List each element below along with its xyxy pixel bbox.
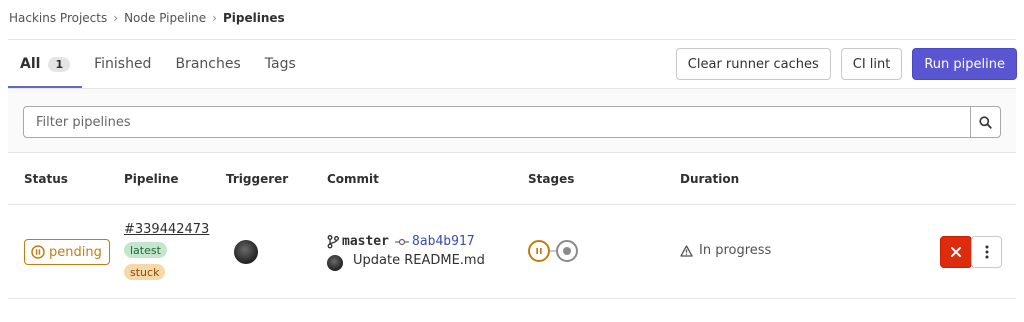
tab-branches[interactable]: Branches bbox=[163, 40, 252, 88]
duration: In progress bbox=[680, 243, 771, 258]
close-icon bbox=[950, 246, 962, 258]
pipeline-actions: Clear runner caches CI lint Run pipeline bbox=[675, 48, 1017, 80]
tab-label: Finished bbox=[94, 56, 152, 72]
stuck-badge: stuck bbox=[124, 264, 166, 280]
status-badge[interactable]: pending bbox=[24, 239, 110, 265]
breadcrumb-separator: › bbox=[113, 11, 119, 25]
commit-icon bbox=[394, 237, 409, 247]
column-header-triggerer: Triggerer bbox=[226, 172, 289, 186]
tab-label: Tags bbox=[264, 56, 296, 72]
tab-count-badge: 1 bbox=[48, 56, 71, 72]
breadcrumb-item-pipelines[interactable]: Pipelines bbox=[223, 11, 285, 25]
tab-all[interactable]: All 1 bbox=[8, 40, 83, 88]
branch-icon bbox=[327, 234, 339, 249]
pipeline-scope-tabs: All 1 Finished Branches Tags bbox=[8, 40, 308, 88]
divider bbox=[8, 204, 1016, 205]
tab-finished[interactable]: Finished bbox=[82, 40, 163, 88]
column-header-pipeline: Pipeline bbox=[124, 172, 179, 186]
triggerer-avatar[interactable] bbox=[234, 240, 258, 264]
stage-created-icon[interactable] bbox=[556, 240, 578, 262]
breadcrumb-item-project[interactable]: Node Pipeline bbox=[124, 11, 206, 25]
tab-label: All bbox=[20, 56, 41, 72]
breadcrumb-separator: › bbox=[212, 11, 217, 25]
ci-lint-button[interactable]: CI lint bbox=[840, 48, 903, 80]
stage-pending-icon[interactable] bbox=[528, 240, 550, 262]
tab-tags[interactable]: Tags bbox=[253, 40, 308, 88]
kebab-menu-icon bbox=[985, 245, 989, 259]
commit-sha-link[interactable]: 8ab4b917 bbox=[412, 234, 475, 249]
warning-icon bbox=[680, 244, 693, 257]
filter-pipelines-input[interactable]: Filter pipelines bbox=[23, 106, 971, 138]
run-pipeline-button[interactable]: Run pipeline bbox=[912, 48, 1017, 80]
pipeline-stages bbox=[528, 240, 578, 262]
search-icon bbox=[979, 115, 992, 129]
divider bbox=[8, 298, 1016, 299]
latest-badge: latest bbox=[124, 242, 167, 258]
tab-label: Branches bbox=[175, 56, 241, 72]
branch-name-link[interactable]: master bbox=[342, 234, 389, 249]
breadcrumb: Hackins Projects › Node Pipeline › Pipel… bbox=[9, 9, 285, 27]
column-header-stages: Stages bbox=[528, 172, 575, 186]
commit-title-link[interactable]: Update README.md bbox=[353, 253, 485, 268]
status-label: pending bbox=[49, 244, 102, 260]
search-button[interactable] bbox=[970, 106, 1001, 138]
cancel-pipeline-button[interactable] bbox=[940, 236, 972, 268]
pipeline-id-link[interactable]: #339442473 bbox=[124, 222, 209, 237]
commit-author-avatar[interactable] bbox=[327, 255, 343, 271]
column-header-duration: Duration bbox=[680, 172, 740, 186]
duration-label: In progress bbox=[699, 243, 772, 258]
column-header-commit: Commit bbox=[327, 172, 379, 186]
more-actions-button[interactable] bbox=[971, 236, 1002, 268]
commit-ref: master 8ab4b917 bbox=[327, 234, 475, 249]
column-header-status: Status bbox=[24, 172, 68, 186]
pause-circle-icon bbox=[31, 245, 45, 259]
breadcrumb-item-group[interactable]: Hackins Projects bbox=[9, 11, 107, 25]
clear-runner-caches-button[interactable]: Clear runner caches bbox=[675, 48, 831, 80]
filter-bar: Filter pipelines bbox=[8, 88, 1016, 153]
